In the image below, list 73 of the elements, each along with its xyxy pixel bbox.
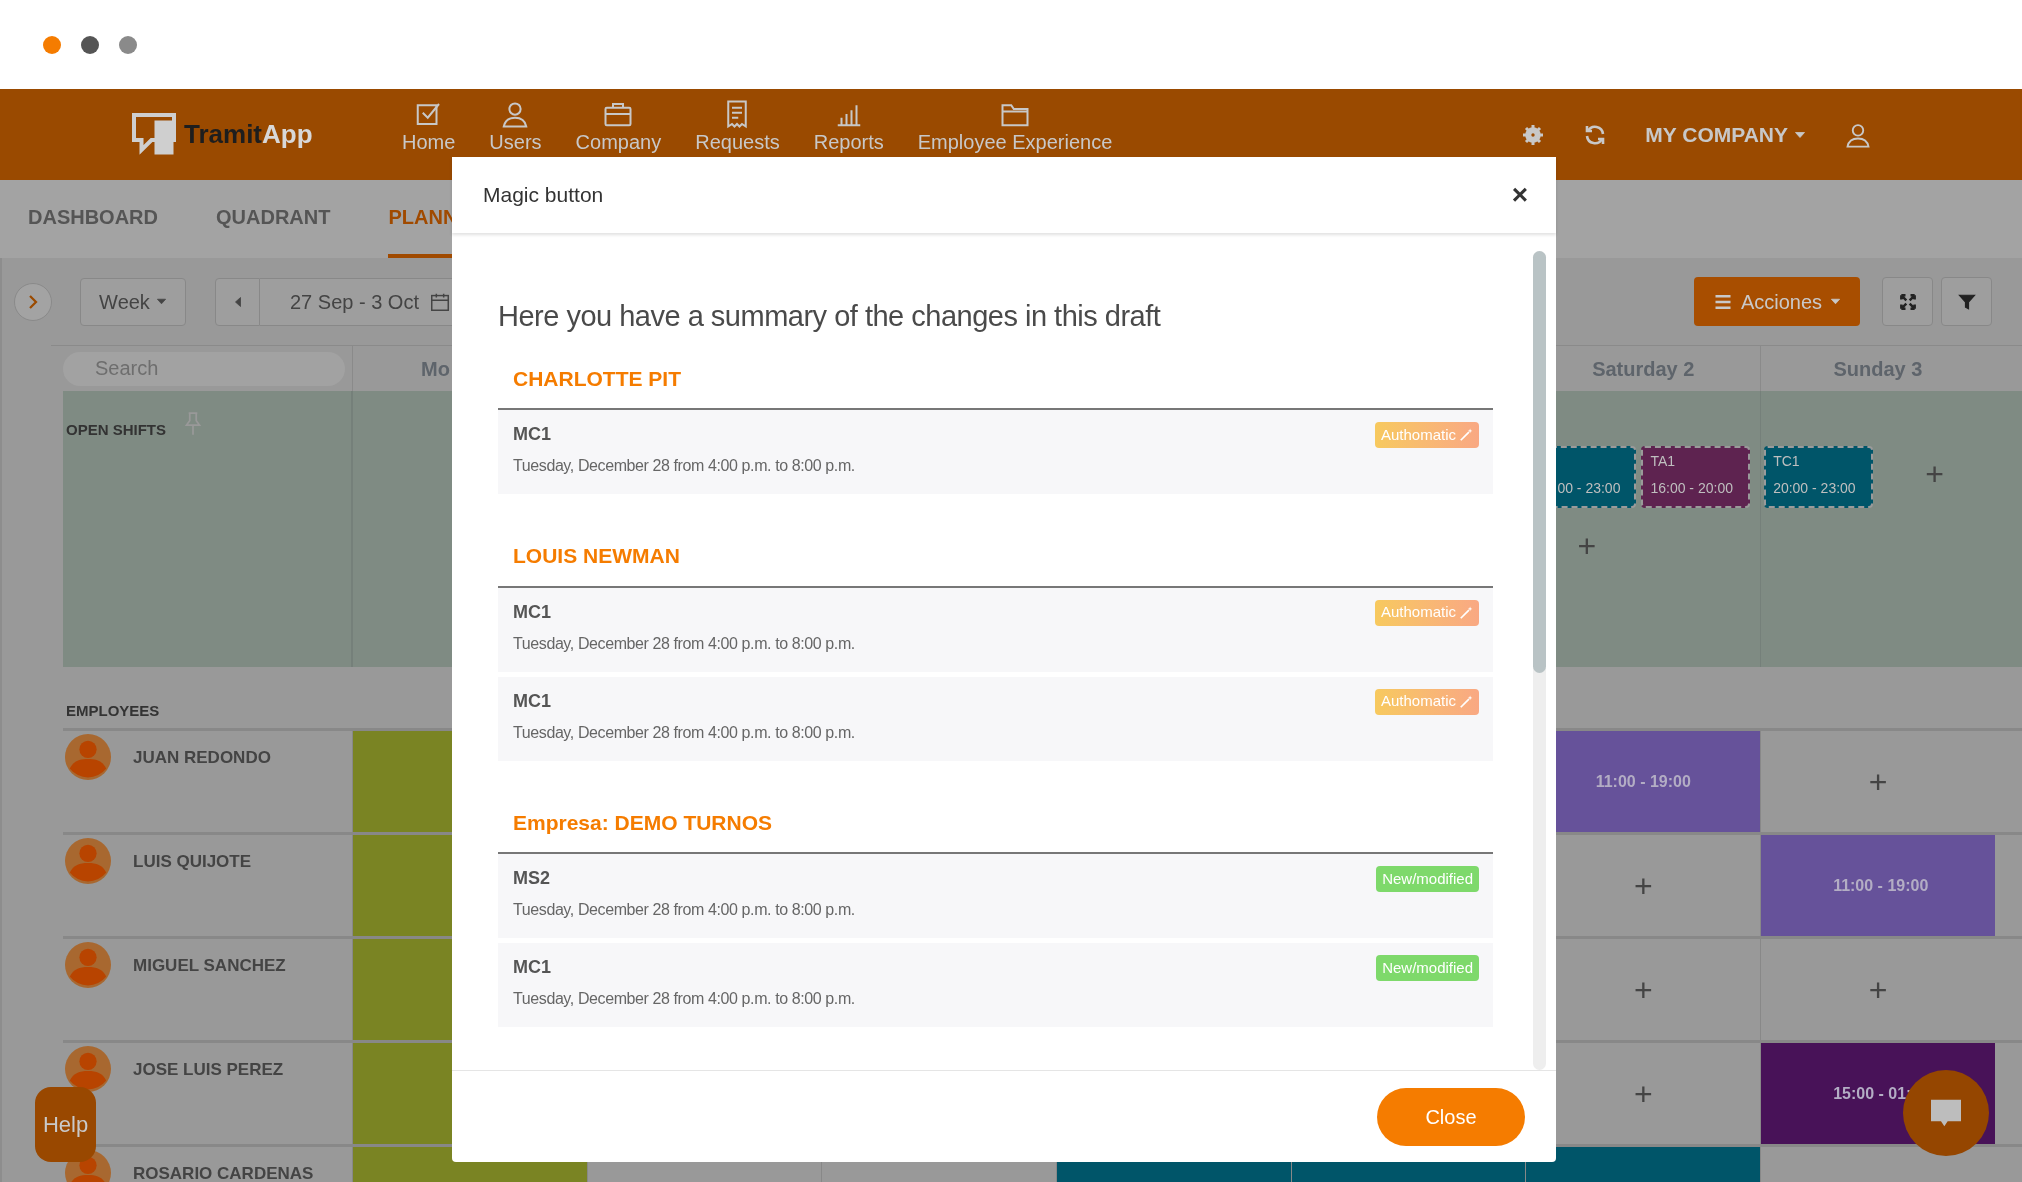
expand-sidebar-button[interactable] [14,282,52,321]
magic-wand-icon [1459,428,1473,442]
avatar-icon [65,942,111,988]
scrollbar[interactable] [1533,251,1546,1070]
group-title: Empresa: DEMO TURNOS [513,810,773,834]
actions-button[interactable]: Acciones [1694,277,1860,326]
caret-icon [155,296,167,307]
nav-item[interactable]: Users [489,91,542,152]
group-title: CHARLOTTE PIT [513,366,681,390]
add-shift-button[interactable]: + [1633,973,1653,1006]
add-shift-button[interactable]: + [1633,1077,1653,1110]
close-button[interactable]: Close [1377,1087,1525,1146]
group-title: LOUIS NEWMAN [513,544,680,567]
status-badge: Authomatic [1374,599,1479,626]
item-description: Tuesday, December 28 from 4:00 p.m. to 8:00 p.m. [513,456,855,476]
item-description: Tuesday, December 28 from 4:00 p.m. to 8:00 p.m. [513,722,855,743]
day-header: Sunday 3 [1833,356,1923,382]
add-shift-button[interactable]: + [1577,530,1597,562]
magic-wand-icon [1459,694,1473,709]
summary-heading: Here you have a summary of the changes in this draft [498,299,1162,334]
item-code: MC1 [513,423,552,446]
item-code: MC1 [513,600,552,624]
status-badge: New/modified [1376,955,1479,981]
shift-card[interactable]: TA1 16:00 - 20:00 [1641,446,1751,508]
magic-wand-icon [1459,605,1473,620]
avatar-icon [65,838,111,884]
fullscreen-button[interactable] [1882,277,1933,326]
add-shift-button[interactable]: + [1868,973,1888,1006]
expand-arrows-icon [1897,291,1918,312]
nav-item[interactable]: Home [402,91,456,152]
section-label: OPEN SHIFTS [66,420,166,440]
tab[interactable]: QUADRANT [216,180,331,258]
item-code: MS2 [513,867,551,890]
add-shift-button[interactable]: + [1868,765,1888,798]
item-description: Tuesday, December 28 from 4:00 p.m. to 8:00 p.m. [513,989,855,1009]
filter-icon [1957,292,1976,311]
nav-item[interactable]: Reports [813,91,884,152]
company-dropdown[interactable]: MY COMPANY [1645,118,1806,151]
filter-button[interactable] [1941,277,1992,326]
item-description: Tuesday, December 28 from 4:00 p.m. to 8:00 p.m. [513,900,855,920]
add-shift-button[interactable]: + [1633,869,1653,902]
dialog-title: Magic button [483,182,604,209]
employee-name: MIGUEL SANCHEZ [133,955,286,977]
employee-name: JOSE LUIS PEREZ [133,1059,284,1081]
caret-icon [1830,296,1842,307]
item-description: Tuesday, December 28 from 4:00 p.m. to 8:00 p.m. [513,633,855,654]
employee-name: ROSARIO CARDENAS [133,1163,314,1182]
help-button[interactable]: Help [35,1087,96,1162]
item-code: MC1 [513,956,552,979]
day-header: Saturday 2 [1592,356,1695,382]
nav-item[interactable]: Employee Experience [917,91,1113,152]
shift-card[interactable]: TC1 20:00 - 23:00 [1764,446,1874,508]
status-badge: Authomatic [1374,688,1479,715]
avatar-icon [65,734,111,780]
week-dropdown[interactable]: Week [80,277,186,326]
avatar-icon [65,1046,111,1092]
day-header: Mo [421,356,450,382]
employee-name: JUAN REDONDO [133,747,271,769]
nav-item[interactable]: Company [575,91,662,152]
item-code: MC1 [513,689,552,713]
add-shift-button[interactable]: + [1925,458,1944,490]
status-badge: Authomatic [1374,422,1479,448]
employee-name: LUIS QUIJOTE [133,851,252,873]
close-button[interactable]: × [1511,181,1528,209]
settings-icon[interactable] [1521,122,1546,147]
logo-text: App [262,118,313,151]
scrollbar-thumb[interactable] [1533,251,1546,673]
nav-item[interactable]: Requests [695,91,780,152]
status-badge: New/modified [1376,866,1479,892]
shift-block[interactable]: 11:00 - 19:00 [1760,835,1995,936]
section-label: EMPLOYEES [66,700,160,721]
logo-text: Tramit [184,118,263,151]
tab[interactable]: DASHBOARD [28,180,158,258]
